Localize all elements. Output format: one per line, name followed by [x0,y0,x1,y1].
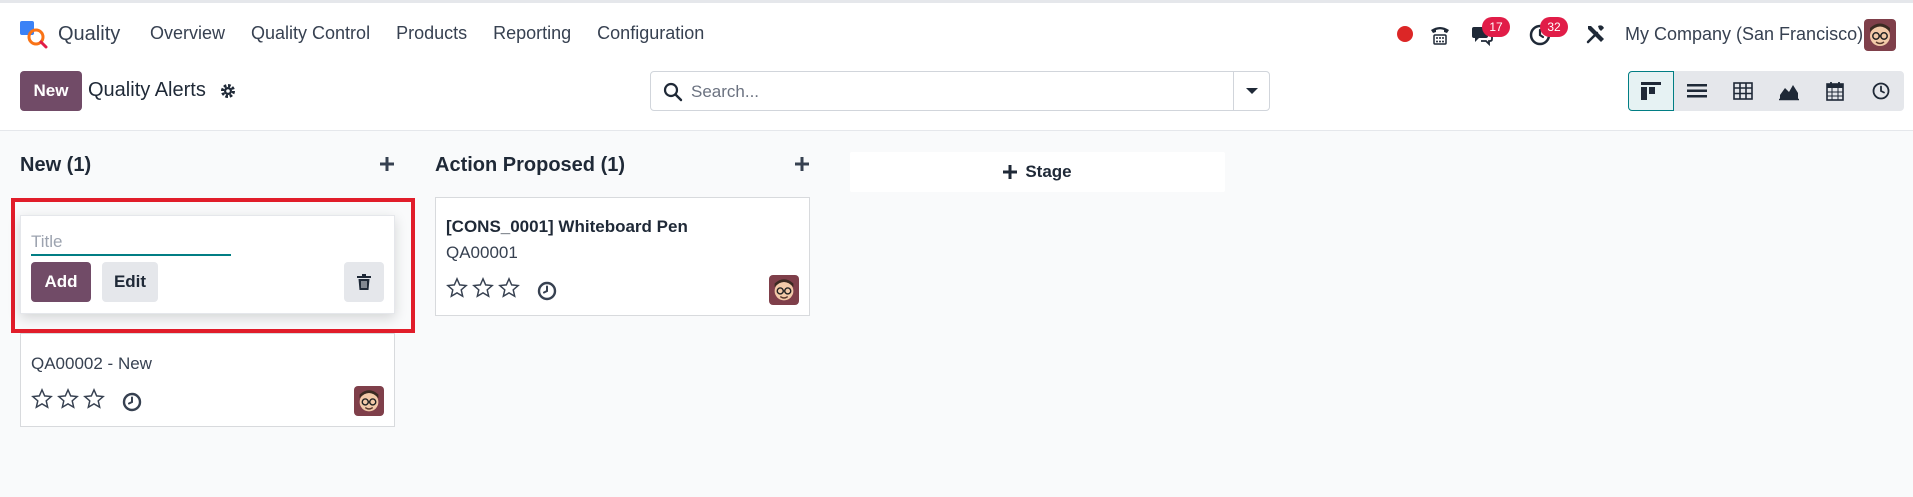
priority-stars [446,277,520,299]
search-options-toggle[interactable] [1233,72,1269,110]
assignee-avatar[interactable] [769,275,799,305]
search-icon [663,82,683,102]
star-icon[interactable] [472,277,494,299]
search-bar [650,71,1270,111]
card-reference: QA00001 [446,243,518,262]
title-input[interactable] [31,230,231,256]
quick-create-form: Add Edit [20,215,395,314]
menu-quality-control[interactable]: Quality Control [251,23,370,44]
menu-reporting[interactable]: Reporting [493,23,571,44]
star-icon[interactable] [83,388,105,410]
column-add-icon[interactable] [379,156,395,172]
add-stage-label: Stage [1025,162,1072,181]
star-icon[interactable] [31,388,53,410]
chat-count-badge: 17 [1482,17,1510,37]
quality-app-icon[interactable] [18,19,48,49]
gear-icon[interactable] [219,82,237,100]
new-button[interactable]: New [20,71,82,111]
calendar-view-button[interactable] [1812,71,1858,111]
activity-view-button[interactable] [1858,71,1904,111]
star-icon[interactable] [446,277,468,299]
control-panel: New Quality Alerts [0,64,1913,131]
graph-view-button[interactable] [1766,71,1812,111]
list-icon [1687,84,1707,98]
calendar-icon [1826,82,1844,101]
clock-icon [1872,82,1890,100]
top-navbar: Quality Overview Quality Control Product… [0,0,1913,64]
phone-icon[interactable] [1428,23,1452,47]
user-avatar[interactable] [1864,19,1896,51]
trash-icon [357,274,371,290]
kanban-card-qa00001[interactable]: [CONS_0001] Whiteboard Pen QA00001 [435,197,810,316]
add-stage-button[interactable]: Stage [850,152,1225,192]
card-title: [CONS_0001] Whiteboard Pen [446,217,688,236]
column-header-new[interactable]: New (1) [20,154,91,177]
main-menu: Overview Quality Control Products Report… [150,23,704,44]
edit-button[interactable]: Edit [102,262,158,302]
pivot-view-button[interactable] [1720,71,1766,111]
pivot-table-icon [1733,82,1753,100]
card-reference: QA00002 - New [31,354,152,373]
column-add-icon[interactable] [794,156,810,172]
assignee-avatar[interactable] [354,386,384,416]
debug-tools-icon[interactable] [1584,22,1608,46]
discard-button[interactable] [344,262,384,302]
star-icon[interactable] [57,388,79,410]
view-switcher [1628,71,1904,111]
page-title: Quality Alerts [88,79,206,101]
add-button[interactable]: Add [31,262,91,302]
activity-clock-icon[interactable] [537,281,557,301]
activity-clock-icon[interactable] [122,392,142,412]
company-switcher[interactable]: My Company (San Francisco) [1625,24,1863,45]
plus-icon [1003,165,1018,179]
activity-count-badge: 32 [1540,17,1568,37]
caret-down-icon [1245,88,1258,94]
kanban-view-button[interactable] [1628,71,1674,111]
menu-products[interactable]: Products [396,23,467,44]
kanban-card-qa00002[interactable]: QA00002 - New [20,333,395,427]
recording-indicator-icon[interactable] [1397,26,1413,42]
app-name[interactable]: Quality [58,23,120,46]
kanban-icon [1641,82,1661,100]
star-icon[interactable] [498,277,520,299]
column-header-action-proposed[interactable]: Action Proposed (1) [435,154,625,177]
menu-configuration[interactable]: Configuration [597,23,704,44]
menu-overview[interactable]: Overview [150,23,225,44]
search-input[interactable] [691,78,1211,106]
list-view-button[interactable] [1674,71,1720,111]
priority-stars [31,388,105,410]
area-chart-icon [1779,85,1799,101]
